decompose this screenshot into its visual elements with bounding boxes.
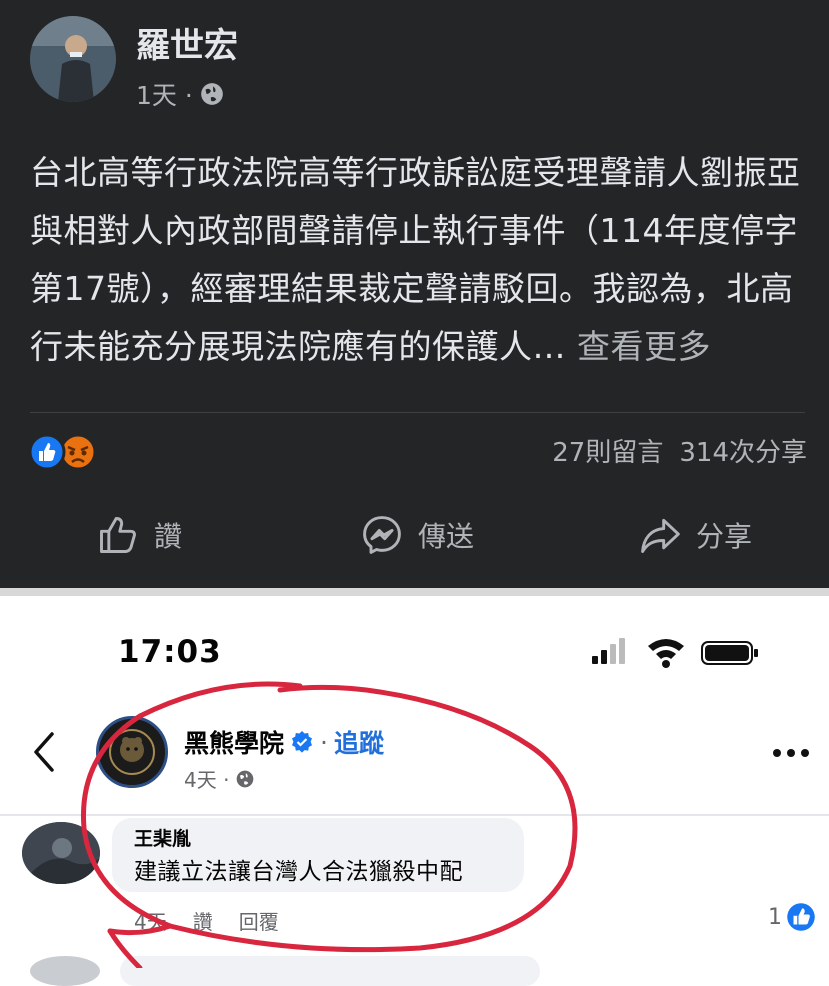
- comment-like-count[interactable]: 1: [768, 902, 816, 932]
- back-arrow-icon[interactable]: [30, 730, 60, 774]
- comment-time[interactable]: 4天: [134, 910, 167, 934]
- author-avatar[interactable]: [30, 16, 116, 102]
- share-arrow-icon: [641, 518, 680, 553]
- comment-bubble: 王棐胤 建議立法讓台灣人合法獵殺中配: [112, 818, 524, 892]
- globe-icon: [237, 770, 254, 787]
- angry-reaction-icon: [59, 433, 97, 471]
- send-button[interactable]: 傳送: [360, 505, 474, 565]
- post-actions: 讚 傳送 分享: [0, 505, 829, 565]
- engagement-counts: 27則留言 314次分享: [536, 432, 807, 469]
- cellular-signal-icon: [592, 638, 625, 664]
- like-reaction-icon: [787, 903, 815, 931]
- wifi-icon: [648, 639, 684, 668]
- post-author-name[interactable]: 羅世宏: [136, 18, 238, 67]
- verified-badge-icon: [292, 731, 313, 753]
- screenshot-divider: [0, 588, 829, 596]
- share-count[interactable]: 314次分享: [679, 438, 807, 468]
- page-meta: 4天 ·: [184, 764, 255, 793]
- status-bar-time: 17:03: [118, 634, 222, 670]
- next-comment-avatar[interactable]: [30, 956, 100, 986]
- post-text: 台北高等行政法院高等行政訴訟庭受理聲請人劉振亞與相對人內政部間聲請停止執行事件（…: [30, 144, 812, 376]
- send-label: 傳送: [418, 520, 475, 553]
- thumbs-up-icon: [100, 517, 136, 553]
- page-name[interactable]: 黑熊學院: [184, 724, 284, 760]
- share-button[interactable]: 分享: [638, 505, 752, 565]
- like-button[interactable]: 讚: [96, 505, 182, 565]
- comment-count[interactable]: 27則留言: [552, 438, 663, 468]
- reaction-icons[interactable]: [28, 432, 108, 472]
- status-bar-icons: [592, 638, 758, 668]
- commenter-avatar[interactable]: [22, 822, 100, 884]
- page-avatar[interactable]: [96, 716, 168, 788]
- page-header: 黑熊學院 · 追蹤: [184, 724, 384, 760]
- post-time[interactable]: 1天 ·: [136, 76, 193, 112]
- divider: [0, 814, 829, 816]
- globe-icon: [200, 83, 223, 105]
- comment-reply-button[interactable]: 回覆: [239, 910, 279, 934]
- see-more-link[interactable]: 查看更多: [577, 327, 711, 366]
- follow-button[interactable]: 追蹤: [334, 724, 384, 760]
- header-separator: ·: [320, 727, 328, 757]
- messenger-icon: [363, 516, 401, 554]
- post-meta: 1天 ·: [136, 76, 225, 112]
- commenter-name[interactable]: 王棐胤: [134, 824, 191, 851]
- divider: [30, 412, 805, 413]
- comment-like-number: 1: [768, 904, 782, 930]
- comment-like-button[interactable]: 讚: [193, 910, 213, 934]
- more-options-icon[interactable]: [772, 748, 810, 758]
- next-comment-bubble: [120, 956, 540, 986]
- share-label: 分享: [696, 520, 753, 553]
- comment-text: 建議立法讓台灣人合法獵殺中配: [134, 859, 463, 885]
- post-card: 羅世宏 1天 · 台北高等行政法院高等行政訴訟庭受理聲請人劉振亞與相對人內政部間…: [0, 0, 829, 588]
- mobile-screenshot: 17:03 黑熊學院 · 追蹤 4天 · 王棐胤 建議立法讓台灣人合法獵殺中配 …: [0, 596, 829, 986]
- comment-actions: 4天 讚 回覆: [134, 906, 305, 935]
- battery-icon: [701, 641, 758, 665]
- page-post-time[interactable]: 4天 ·: [184, 764, 229, 793]
- like-label: 讚: [154, 520, 183, 553]
